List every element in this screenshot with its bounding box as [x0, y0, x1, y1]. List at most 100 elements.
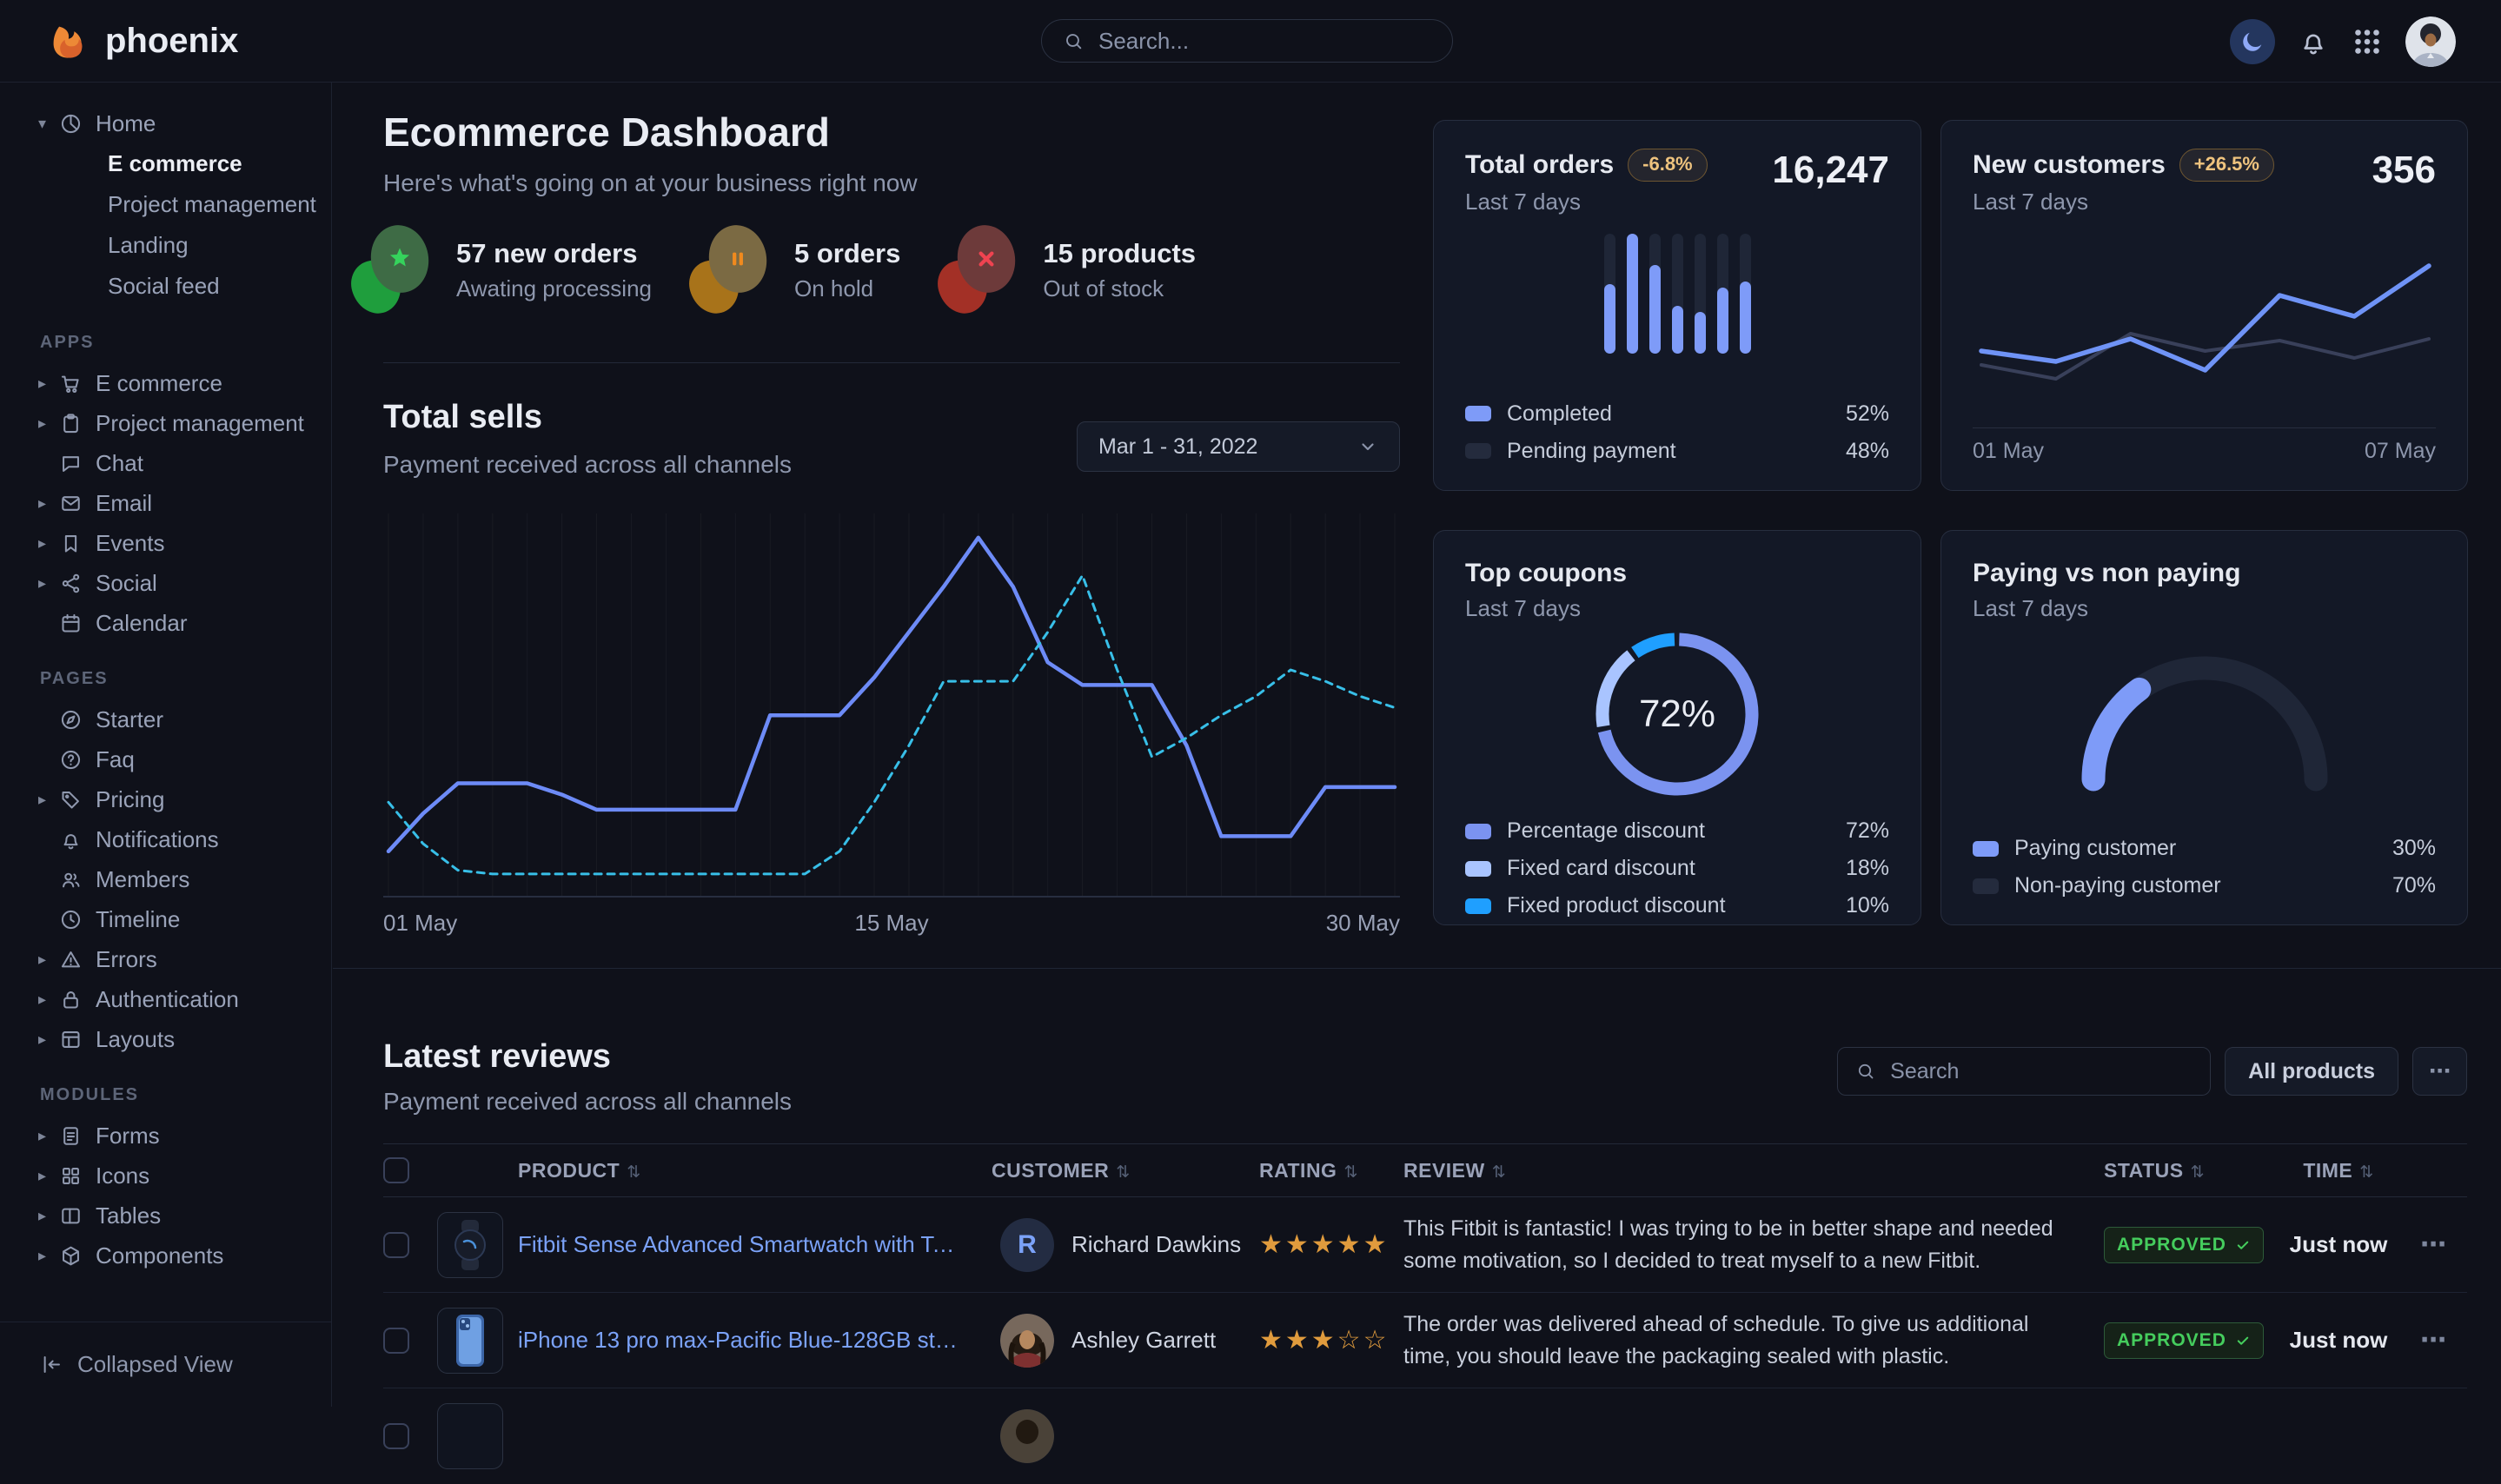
collapse-icon: [40, 1353, 63, 1376]
sidebar-item-social[interactable]: ▸Social: [0, 563, 331, 603]
all-products-button[interactable]: All products: [2225, 1047, 2398, 1096]
product-image-phone: [438, 1308, 502, 1373]
row-menu-button[interactable]: ⋯: [2399, 1229, 2467, 1260]
card-title: Top coupons: [1465, 559, 1889, 588]
lock-icon: [59, 988, 83, 1011]
total-sells-x-labels: 01 May15 May30 May: [383, 910, 1400, 937]
column-header-status[interactable]: STATUS⇅: [2104, 1159, 2278, 1183]
review-time: Just now: [2278, 1231, 2399, 1258]
sidebar-item-faq[interactable]: Faq: [0, 739, 331, 779]
global-search-input[interactable]: [1097, 27, 1431, 56]
reviews-more-button[interactable]: ⋯: [2412, 1047, 2467, 1096]
sidebar-subitem-project-management[interactable]: Project management: [0, 184, 331, 225]
legend-label: Paying customer: [2014, 836, 2176, 861]
bar-fill: [1649, 265, 1661, 354]
status-badge: APPROVED: [2104, 1322, 2264, 1359]
sidebar-item-tables[interactable]: ▸Tables: [0, 1196, 331, 1236]
chat-icon: [59, 452, 83, 475]
product-thumbnail[interactable]: [437, 1403, 503, 1469]
sidebar-item-project-management[interactable]: ▸Project management: [0, 403, 331, 443]
apps-grid-button[interactable]: [2352, 26, 2383, 57]
chart-axis: [1973, 427, 2436, 428]
sort-icon[interactable]: ⇅: [2359, 1163, 2373, 1182]
sidebar-item-e-commerce[interactable]: ▸E commerce: [0, 363, 331, 403]
column-header-product[interactable]: PRODUCT⇅: [518, 1159, 992, 1183]
legend-swatch: [1465, 898, 1491, 914]
sort-icon[interactable]: ⇅: [1343, 1163, 1357, 1182]
caret-icon: ▸: [38, 951, 59, 969]
row-checkbox[interactable]: [383, 1328, 409, 1354]
sidebar-item-label: Tables: [96, 1202, 161, 1229]
sidebar-item-calendar[interactable]: Calendar: [0, 603, 331, 643]
sidebar-subitem-e-commerce[interactable]: E commerce: [0, 143, 331, 184]
product-thumbnail[interactable]: [437, 1308, 503, 1374]
product-link[interactable]: Fitbit Sense Advanced Smartwatch with To…: [518, 1231, 992, 1258]
card-caption: Last 7 days: [1973, 189, 2274, 215]
sidebar-item-members[interactable]: Members: [0, 859, 331, 899]
reviews-search-input[interactable]: [1888, 1058, 2193, 1085]
sidebar-item-chat[interactable]: Chat: [0, 443, 331, 483]
sidebar-subitem-social-feed[interactable]: Social feed: [0, 266, 331, 307]
legend-label: Percentage discount: [1507, 818, 1705, 844]
bar-fill: [1717, 288, 1728, 354]
product-link[interactable]: iPhone 13 pro max-Pacific Blue-128GB sto…: [518, 1327, 992, 1354]
sort-icon[interactable]: ⇅: [1492, 1163, 1506, 1182]
gauge-value: [2093, 689, 2139, 779]
column-header-time[interactable]: TIME⇅: [2278, 1159, 2399, 1183]
layout-icon: [59, 1028, 83, 1051]
status-label: APPROVED: [2117, 1330, 2226, 1351]
date-range-select[interactable]: Mar 1 - 31, 2022: [1077, 421, 1400, 472]
phoenix-flame: [47, 19, 92, 64]
sidebar-item-home[interactable]: ▾Home: [0, 103, 331, 143]
product-image-watch: [438, 1213, 502, 1277]
sidebar-item-errors[interactable]: ▸Errors: [0, 939, 331, 979]
legend-swatch: [1465, 824, 1491, 839]
sidebar-item-starter[interactable]: Starter: [0, 699, 331, 739]
theme-toggle-button[interactable]: [2230, 19, 2275, 64]
row-checkbox[interactable]: [383, 1423, 409, 1449]
sidebar-item-events[interactable]: ▸Events: [0, 523, 331, 563]
calendar-icon: [59, 612, 83, 635]
quick-stats: 57 new ordersAwating processing5 ordersO…: [350, 222, 1196, 319]
sort-icon[interactable]: ⇅: [627, 1163, 640, 1182]
gauge-svg: [2061, 633, 2348, 795]
sidebar-item-label: Components: [96, 1242, 223, 1269]
sidebar-item-icons[interactable]: ▸Icons: [0, 1156, 331, 1196]
sidebar-item-layouts[interactable]: ▸Layouts: [0, 1019, 331, 1059]
brand[interactable]: phoenix: [47, 0, 238, 83]
sort-icon[interactable]: ⇅: [2191, 1163, 2205, 1182]
customer-avatar: [1000, 1314, 1054, 1368]
product-thumbnail[interactable]: [437, 1212, 503, 1278]
review-time: Just now: [2278, 1327, 2399, 1354]
column-header-rating[interactable]: RATING⇅: [1252, 1159, 1383, 1183]
global-search[interactable]: [1041, 19, 1453, 63]
sidebar-item-email[interactable]: ▸Email: [0, 483, 331, 523]
table-header-row: PRODUCT⇅CUSTOMER⇅RATING⇅REVIEW⇅STATUS⇅TI…: [383, 1143, 2467, 1197]
reviews-search[interactable]: [1837, 1047, 2211, 1096]
sidebar-subitem-landing[interactable]: Landing: [0, 225, 331, 266]
new-customers-svg: [1973, 216, 2438, 416]
notifications-button[interactable]: [2298, 26, 2329, 57]
sidebar-item-authentication[interactable]: ▸Authentication: [0, 979, 331, 1019]
pause-icon: [723, 244, 753, 274]
orders-bar-chart: [1604, 234, 1751, 354]
sidebar-item-timeline[interactable]: Timeline: [0, 899, 331, 939]
sidebar-item-notifications[interactable]: Notifications: [0, 819, 331, 859]
row-menu-button[interactable]: ⋯: [2399, 1325, 2467, 1355]
legend-row-non-paying-customer: Non-paying customer70%: [1973, 873, 2436, 898]
sidebar-item-pricing[interactable]: ▸Pricing: [0, 779, 331, 819]
legend-row-completed: Completed52%: [1465, 401, 1889, 427]
pie-chart-icon: [59, 112, 83, 136]
sidebar-item-forms[interactable]: ▸Forms: [0, 1116, 331, 1156]
column-header-customer[interactable]: CUSTOMER⇅: [992, 1159, 1252, 1183]
sidebar-item-components[interactable]: ▸Components: [0, 1236, 331, 1275]
sort-icon[interactable]: ⇅: [1116, 1163, 1130, 1182]
collapsed-view-toggle[interactable]: Collapsed View: [0, 1322, 331, 1407]
hero-divider: [383, 362, 1400, 363]
legend-swatch: [1465, 443, 1491, 459]
column-header-review[interactable]: REVIEW⇅: [1383, 1159, 2104, 1183]
select-all-checkbox[interactable]: [383, 1157, 409, 1183]
row-checkbox[interactable]: [383, 1232, 409, 1258]
user-avatar[interactable]: [2405, 17, 2456, 67]
legend-label: Fixed product discount: [1507, 893, 1726, 918]
